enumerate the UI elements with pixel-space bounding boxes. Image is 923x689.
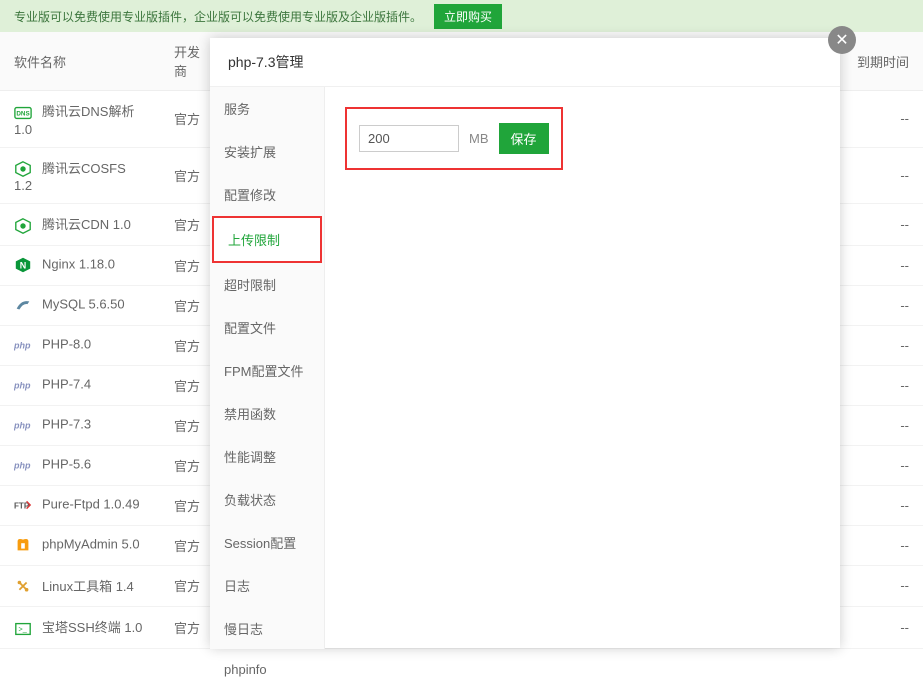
pma-icon [14,536,36,554]
dialog-nav-item[interactable]: 负载状态 [210,478,324,521]
unit-label: MB [469,131,489,146]
expire-cell: -- [843,405,923,445]
software-name: PHP-7.3 [42,417,91,432]
dns-icon: DNS [14,104,36,122]
banner-text: 专业版可以免费使用专业版插件，企业版可以免费使用专业版及企业版插件。 [14,8,422,25]
expire-cell: -- [843,245,923,285]
expire-cell: -- [843,607,923,649]
dialog-nav-item[interactable]: 配置修改 [210,173,324,216]
software-name: Nginx 1.18.0 [42,257,115,272]
svg-text:php: php [14,381,31,391]
software-name: Pure-Ftpd 1.0.49 [42,497,140,512]
ftp-icon: FTP [14,496,36,514]
expire-cell: -- [843,325,923,365]
close-icon[interactable]: ✕ [828,26,856,54]
linux-icon [14,578,36,596]
php-icon: php [14,416,36,434]
dialog-nav-item[interactable]: 慢日志 [210,607,324,650]
software-name: 腾讯云CDN 1.0 [42,217,131,232]
dialog-nav-item[interactable]: 性能调整 [210,435,324,478]
nginx-icon: N [14,256,36,274]
dialog-nav-item[interactable]: FPM配置文件 [210,349,324,392]
svg-text:>_: >_ [19,625,28,634]
expire-cell: -- [843,525,923,565]
dialog-nav-item[interactable]: 日志 [210,564,324,607]
software-name: MySQL 5.6.50 [42,297,125,312]
expire-cell: -- [843,91,923,148]
svg-text:php: php [14,421,31,431]
dialog-nav-item[interactable]: 服务 [210,87,324,130]
dialog-nav-item[interactable]: Session配置 [210,521,324,564]
expire-cell: -- [843,445,923,485]
expire-cell: -- [843,485,923,525]
dialog-nav-item[interactable]: 禁用函数 [210,392,324,435]
promo-banner: 专业版可以免费使用专业版插件，企业版可以免费使用专业版及企业版插件。 立即购买 [0,0,923,32]
expire-cell: -- [843,565,923,607]
expire-cell: -- [843,147,923,204]
php-icon: php [14,336,36,354]
software-name: PHP-5.6 [42,457,91,472]
buy-now-button[interactable]: 立即购买 [434,4,502,29]
expire-cell: -- [843,285,923,325]
dialog-title: php-7.3管理 [210,38,840,87]
php-icon: php [14,456,36,474]
software-name: Linux工具箱 1.4 [42,579,134,594]
svg-text:N: N [20,261,27,271]
upload-limit-box: MB 保存 [345,107,563,170]
dialog-nav-item[interactable]: 上传限制 [212,216,322,263]
php-icon: php [14,376,36,394]
dialog-nav-item[interactable]: 超时限制 [210,263,324,306]
svg-text:DNS: DNS [16,110,29,117]
svg-text:php: php [14,341,31,351]
save-button[interactable]: 保存 [499,123,549,154]
dialog-nav-item[interactable]: 配置文件 [210,306,324,349]
software-name: phpMyAdmin 5.0 [42,537,140,552]
software-name: 宝塔SSH终端 1.0 [42,620,142,635]
cdn-icon [14,217,36,235]
dialog-nav-item[interactable]: phpinfo [210,650,324,689]
dialog-nav-item[interactable]: 安装扩展 [210,130,324,173]
expire-cell: -- [843,204,923,246]
dialog-nav: 服务安装扩展配置修改上传限制超时限制配置文件FPM配置文件禁用函数性能调整负载状… [210,87,325,649]
php-manage-dialog: php-7.3管理 服务安装扩展配置修改上传限制超时限制配置文件FPM配置文件禁… [210,38,840,648]
software-name: PHP-8.0 [42,337,91,352]
software-name: PHP-7.4 [42,377,91,392]
expire-cell: -- [843,365,923,405]
upload-limit-input[interactable] [359,125,459,152]
dialog-content: MB 保存 [325,87,840,649]
mysql-icon [14,296,36,314]
cosfs-icon [14,160,36,178]
col-header-name: 软件名称 [0,32,160,91]
ssh-icon: >_ [14,620,36,638]
svg-text:php: php [14,461,31,471]
